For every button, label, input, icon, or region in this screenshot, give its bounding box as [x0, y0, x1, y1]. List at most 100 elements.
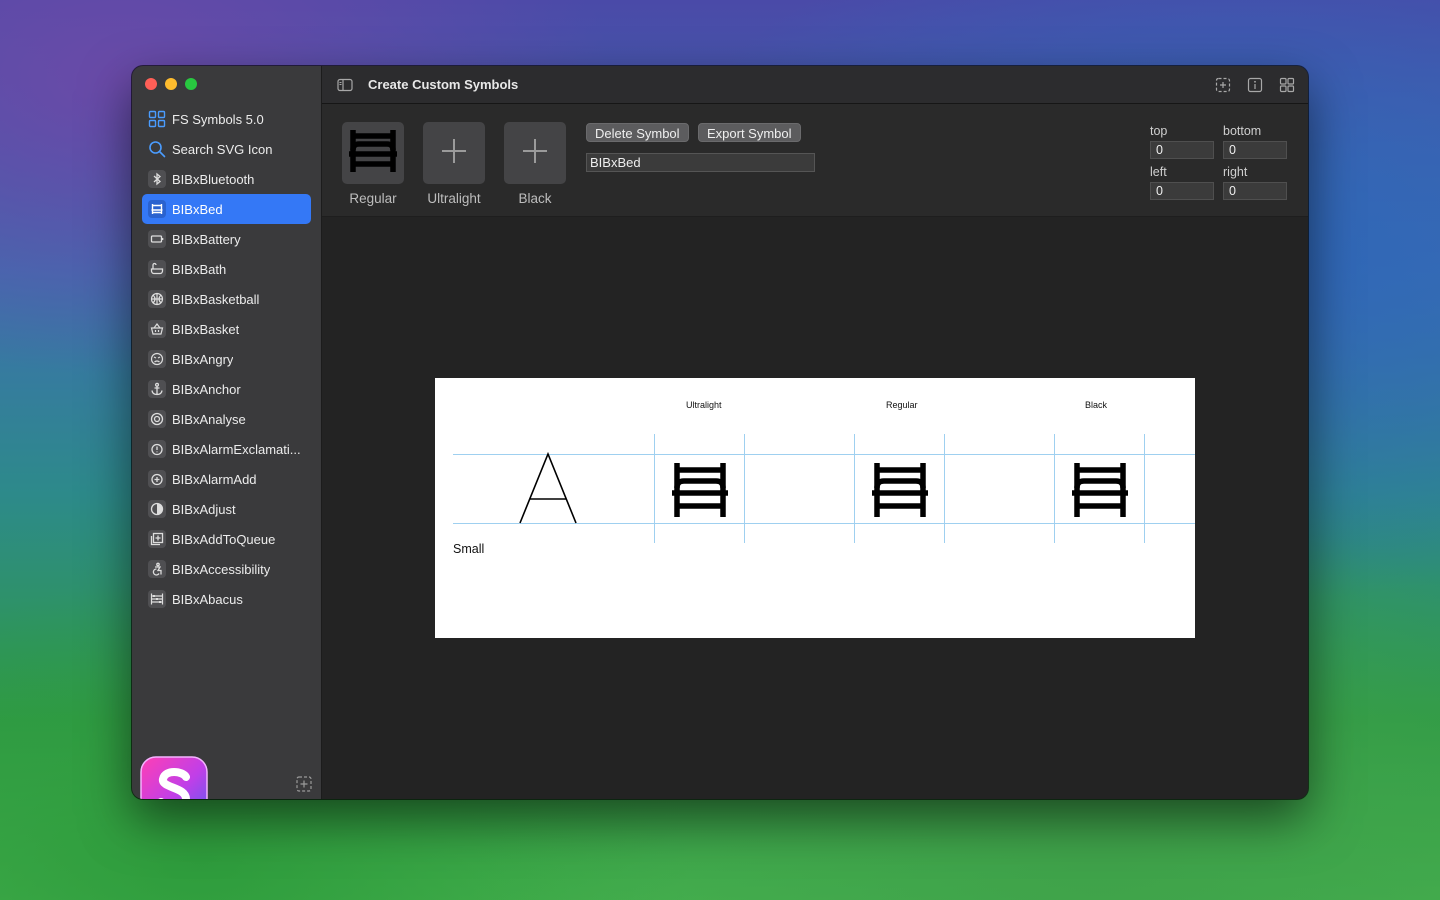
sidebar-item-label: BIBxBasket [172, 321, 240, 337]
close-button[interactable] [145, 78, 157, 90]
adjust-icon [148, 500, 166, 518]
weight-tile[interactable] [423, 122, 485, 184]
canvas-area: Ultralight Regular Black Small [322, 217, 1308, 799]
grid-view-icon[interactable] [1278, 76, 1296, 94]
weight-label: Ultralight [427, 191, 481, 206]
margin-guide [944, 434, 945, 543]
weight-tile[interactable] [342, 122, 404, 184]
plus-icon [521, 137, 549, 170]
inset-left-field[interactable]: 0 [1150, 182, 1214, 200]
weight-slot-black[interactable]: Black [503, 122, 567, 206]
sidebar-toggle-icon[interactable] [336, 76, 354, 94]
sidebar-item-bed[interactable]: BIBxBed [142, 194, 311, 224]
add-frame-icon[interactable] [1214, 76, 1232, 94]
size-label: Small [453, 542, 485, 556]
sidebar-item-label: BIBxBattery [172, 231, 241, 247]
bed-icon [870, 461, 930, 522]
sidebar-item-label: BIBxBasketball [172, 291, 260, 307]
main-content: Create Custom Symbols Regular Ultralight… [322, 66, 1308, 799]
inset-bottom-field[interactable]: 0 [1223, 141, 1287, 159]
sidebar-item-label: BIBxBed [172, 201, 223, 217]
sidebar-item-basket[interactable]: BIBxBasket [142, 314, 311, 344]
sidebar-item-label: BIBxAccessibility [172, 561, 271, 577]
sidebar-item-label: BIBxAnchor [172, 381, 241, 397]
search-icon [148, 140, 166, 158]
zoom-button[interactable] [185, 78, 197, 90]
sidebar: FS Symbols 5.0 Search SVG Icon BIBxBluet… [132, 66, 322, 799]
sidebar-item-label: BIBxAlarmAdd [172, 471, 257, 487]
reference-glyph [519, 451, 577, 529]
add-to-queue-icon [148, 530, 166, 548]
preview-column-label-ultralight: Ultralight [686, 400, 722, 410]
weight-tile[interactable] [504, 122, 566, 184]
symbol-editor-panel: Regular Ultralight Black Delete Symbol E… [322, 104, 1308, 217]
bed-icon [670, 461, 730, 522]
bed-icon [148, 200, 166, 218]
alarm-add-icon [148, 470, 166, 488]
margin-guide [854, 434, 855, 543]
inset-right-label: right [1223, 165, 1248, 179]
sidebar-item-fs-symbols[interactable]: FS Symbols 5.0 [142, 104, 311, 134]
weight-slot-ultralight[interactable]: Ultralight [422, 122, 486, 206]
sidebar-item-alarm-add[interactable]: BIBxAlarmAdd [142, 464, 311, 494]
symbol-list: FS Symbols 5.0 Search SVG Icon BIBxBluet… [142, 104, 311, 614]
sidebar-item-angry[interactable]: BIBxAngry [142, 344, 311, 374]
bed-icon [1070, 461, 1130, 522]
angry-face-icon [148, 350, 166, 368]
inset-top-label: top [1150, 124, 1168, 138]
abacus-icon [148, 590, 166, 608]
sidebar-item-search-svg[interactable]: Search SVG Icon [142, 134, 311, 164]
weight-slot-regular[interactable]: Regular [341, 122, 405, 206]
sidebar-item-label: BIBxAddToQueue [172, 531, 276, 547]
app-logo-icon [139, 755, 209, 799]
margin-guide [1054, 434, 1055, 543]
sidebar-item-label: Search SVG Icon [172, 141, 273, 157]
analyse-icon [148, 410, 166, 428]
add-symbol-icon[interactable] [295, 775, 313, 793]
sidebar-item-analyse[interactable]: BIBxAnalyse [142, 404, 311, 434]
sidebar-item-accessibility[interactable]: BIBxAccessibility [142, 554, 311, 584]
sidebar-item-alarm-exclamation[interactable]: BIBxAlarmExclamati... [142, 434, 311, 464]
sidebar-item-bluetooth[interactable]: BIBxBluetooth [142, 164, 311, 194]
margin-guide [654, 434, 655, 543]
inset-left-label: left [1150, 165, 1167, 179]
grid-icon [148, 110, 166, 128]
delete-symbol-button[interactable]: Delete Symbol [586, 123, 689, 142]
sidebar-item-label: BIBxAnalyse [172, 411, 246, 427]
anchor-icon [148, 380, 166, 398]
sidebar-item-label: BIBxAlarmExclamati... [172, 441, 301, 457]
toolbar-actions [1214, 76, 1296, 94]
sidebar-item-anchor[interactable]: BIBxAnchor [142, 374, 311, 404]
accessibility-icon [148, 560, 166, 578]
export-symbol-button[interactable]: Export Symbol [698, 123, 801, 142]
symbol-name-field[interactable]: BIBxBed [586, 153, 815, 172]
weight-label: Regular [349, 191, 397, 206]
bed-icon [347, 128, 399, 179]
sidebar-item-adjust[interactable]: BIBxAdjust [142, 494, 311, 524]
basket-icon [148, 320, 166, 338]
margin-guide [744, 434, 745, 543]
info-icon[interactable] [1246, 76, 1264, 94]
preview-column-label-regular: Regular [886, 400, 918, 410]
plus-icon [440, 137, 468, 170]
inset-top-field[interactable]: 0 [1150, 141, 1214, 159]
battery-icon [148, 230, 166, 248]
sidebar-item-label: BIBxAdjust [172, 501, 236, 517]
sidebar-item-add-to-queue[interactable]: BIBxAddToQueue [142, 524, 311, 554]
weight-label: Black [518, 191, 552, 206]
sidebar-item-label: FS Symbols 5.0 [172, 111, 264, 127]
sidebar-item-battery[interactable]: BIBxBattery [142, 224, 311, 254]
sidebar-item-label: BIBxBath [172, 261, 227, 277]
window-controls [145, 78, 197, 90]
inset-bottom-label: bottom [1223, 124, 1262, 138]
sidebar-item-basketball[interactable]: BIBxBasketball [142, 284, 311, 314]
preview-column-label-black: Black [1085, 400, 1108, 410]
symbol-preview: Ultralight Regular Black Small [435, 378, 1195, 638]
sidebar-item-label: BIBxAbacus [172, 591, 243, 607]
title-bar: Create Custom Symbols [322, 66, 1308, 104]
sidebar-item-bath[interactable]: BIBxBath [142, 254, 311, 284]
minimize-button[interactable] [165, 78, 177, 90]
sidebar-item-abacus[interactable]: BIBxAbacus [142, 584, 311, 614]
bluetooth-icon [148, 170, 166, 188]
inset-right-field[interactable]: 0 [1223, 182, 1287, 200]
